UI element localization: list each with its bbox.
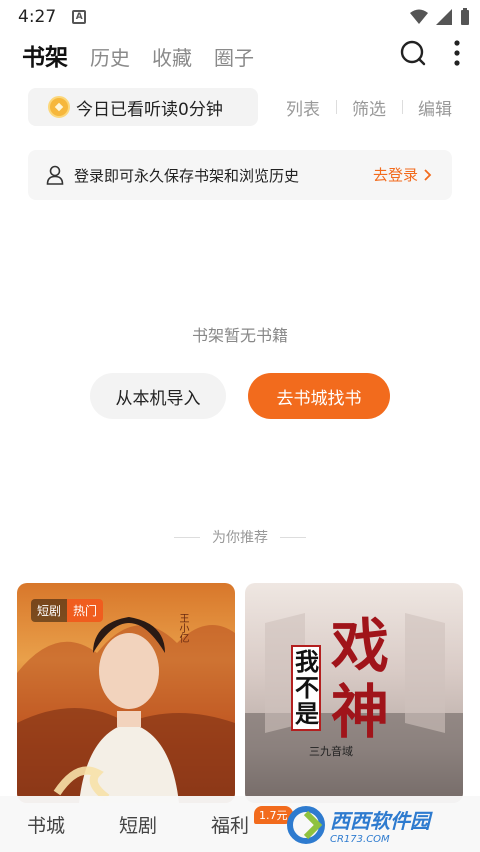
watermark-name: 西西软件园 bbox=[330, 809, 430, 833]
recommend-card-drama[interactable]: 王小亿 短剧 热门 bbox=[17, 583, 235, 803]
novel-title-large: 戏神 bbox=[331, 612, 390, 746]
recommend-card-novel[interactable]: 我不是 戏神 三九音域 bbox=[245, 583, 463, 803]
status-time: 4:27 bbox=[18, 7, 57, 27]
top-tabs: 书架 历史 收藏 圈子 bbox=[22, 38, 254, 72]
tag-hot: 热门 bbox=[67, 599, 104, 622]
login-link-label: 去登录 bbox=[372, 166, 418, 184]
nav-short-drama[interactable]: 短剧 bbox=[92, 811, 184, 838]
tag-row: 短剧 热门 bbox=[31, 599, 104, 622]
filter-button[interactable]: 筛选 bbox=[336, 95, 402, 120]
tab-favorites[interactable]: 收藏 bbox=[152, 42, 192, 71]
tab-history[interactable]: 历史 bbox=[90, 42, 130, 71]
watermark-text: 西西软件园 CR173.COM bbox=[330, 805, 430, 845]
recommend-header: 为你推荐 bbox=[0, 527, 480, 547]
status-bar: 4:27 A bbox=[0, 0, 480, 34]
battery-icon bbox=[461, 8, 469, 25]
top-icons bbox=[400, 40, 460, 66]
tag-short-drama: 短剧 bbox=[31, 599, 68, 622]
edit-button[interactable]: 编辑 bbox=[402, 95, 452, 120]
chevron-right-icon bbox=[424, 168, 432, 181]
status-icons bbox=[410, 8, 470, 26]
shelf-actions: 列表 筛选 编辑 bbox=[270, 88, 452, 126]
novel-title-small: 我不是 bbox=[291, 645, 321, 731]
tab-bookshelf[interactable]: 书架 bbox=[22, 38, 68, 72]
coin-icon bbox=[48, 96, 70, 118]
import-local-button[interactable]: 从本机导入 bbox=[90, 373, 226, 419]
watermark-logo-icon bbox=[287, 806, 325, 844]
login-banner-text: 登录即可永久保存书架和浏览历史 bbox=[74, 166, 300, 185]
cover-text: 王小亿 bbox=[177, 613, 188, 643]
reading-row: 今日已看听读0分钟 列表 筛选 编辑 bbox=[28, 88, 452, 126]
wifi-icon bbox=[410, 9, 428, 24]
watermark: 西西软件园 CR173.COM bbox=[286, 800, 476, 850]
login-link[interactable]: 去登录 bbox=[373, 164, 432, 185]
divider bbox=[174, 536, 200, 538]
recommend-label: 为你推荐 bbox=[212, 530, 268, 546]
list-button[interactable]: 列表 bbox=[270, 95, 336, 120]
tab-circle[interactable]: 圈子 bbox=[214, 42, 254, 71]
reading-time-text: 今日已看听读0分钟 bbox=[76, 99, 223, 120]
signal-icon bbox=[436, 9, 452, 25]
user-icon bbox=[46, 165, 64, 185]
nav-bookstore[interactable]: 书城 bbox=[0, 811, 92, 838]
reading-time-chip[interactable]: 今日已看听读0分钟 bbox=[28, 88, 258, 126]
watermark-domain: CR173.COM bbox=[330, 834, 390, 845]
divider bbox=[280, 536, 306, 538]
go-store-button[interactable]: 去书城找书 bbox=[248, 373, 390, 419]
search-icon[interactable] bbox=[400, 40, 426, 66]
notification-icon: A bbox=[72, 10, 87, 24]
empty-shelf-text: 书架暂无书籍 bbox=[191, 326, 288, 345]
login-banner[interactable]: 登录即可永久保存书架和浏览历史 去登录 bbox=[28, 150, 452, 200]
novel-author: 三九音域 bbox=[309, 745, 353, 758]
more-vertical-icon[interactable] bbox=[454, 40, 460, 66]
